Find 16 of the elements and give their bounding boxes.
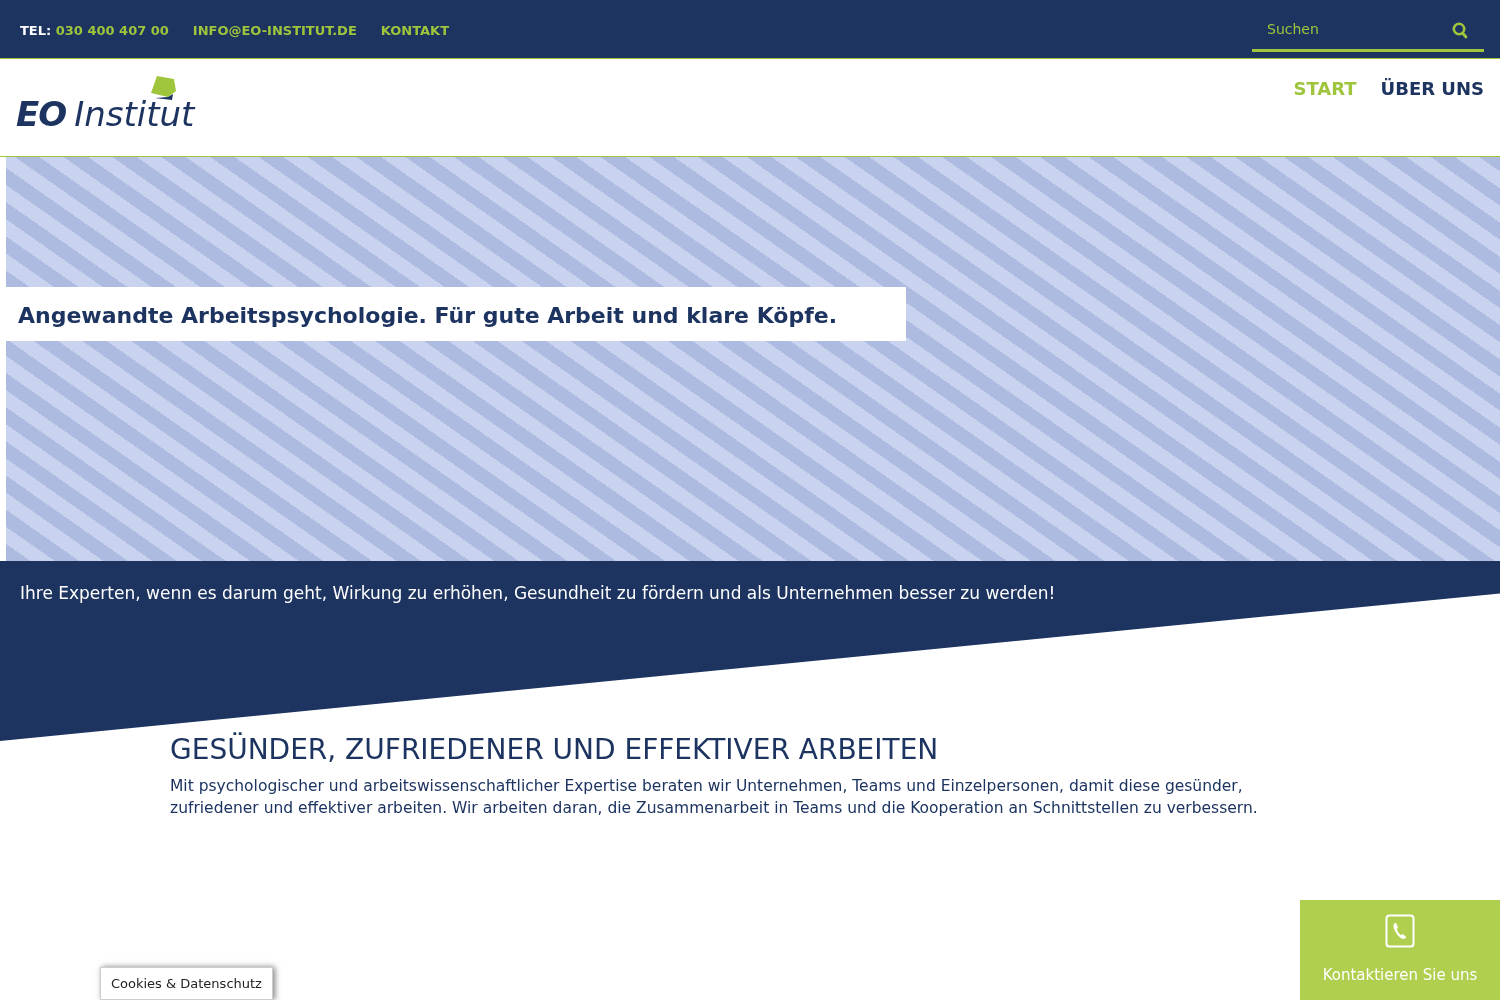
hero-banner-text: Angewandte Arbeitspsychologie. Für gute Arbeit und klare Köpfe. (6, 287, 906, 341)
section-heading: GESÜNDER, ZUFRIEDENER UND EFFEKTIVER ARBEITEN (170, 733, 940, 767)
contact-link[interactable]: KONTAKT (380, 21, 450, 41)
nav-link[interactable]: ÜBER UNS (1380, 75, 1484, 156)
tagline-text: Ihre Experten, wenn es darum geht, Wirkung zu erhöhen, Gesundheit zu fördern und als Unternehmen besser zu werden! (20, 583, 1056, 603)
email-link[interactable]: INFO@EO-INSTITUT.DE (192, 21, 357, 41)
section-text: Mit psychologischer und arbeitswissenschaftlicher Expertise beraten wir Unternehmen, Teams und Einzelpersonen, damit diese gesünder, zufriedener und effektiver arbeiten. Wir arbeiten daran, die Zusammenarbeit in Teams und die Kooperation an Schnittstellen zu verbessern. (170, 775, 1259, 819)
logo-text: Institut (74, 93, 195, 136)
search-icon[interactable] (1452, 22, 1468, 39)
phone-link[interactable]: 030 400 407 00 (55, 23, 169, 38)
logo[interactable]: EO Institut (16, 59, 195, 156)
search-field[interactable]: Suchen (1252, 8, 1484, 52)
phone-label: TEL: (20, 23, 52, 38)
phone-icon (1385, 913, 1415, 948)
cookie-button[interactable]: Cookies & Datenschutz (100, 966, 273, 1000)
logo-text: EO (16, 93, 67, 136)
